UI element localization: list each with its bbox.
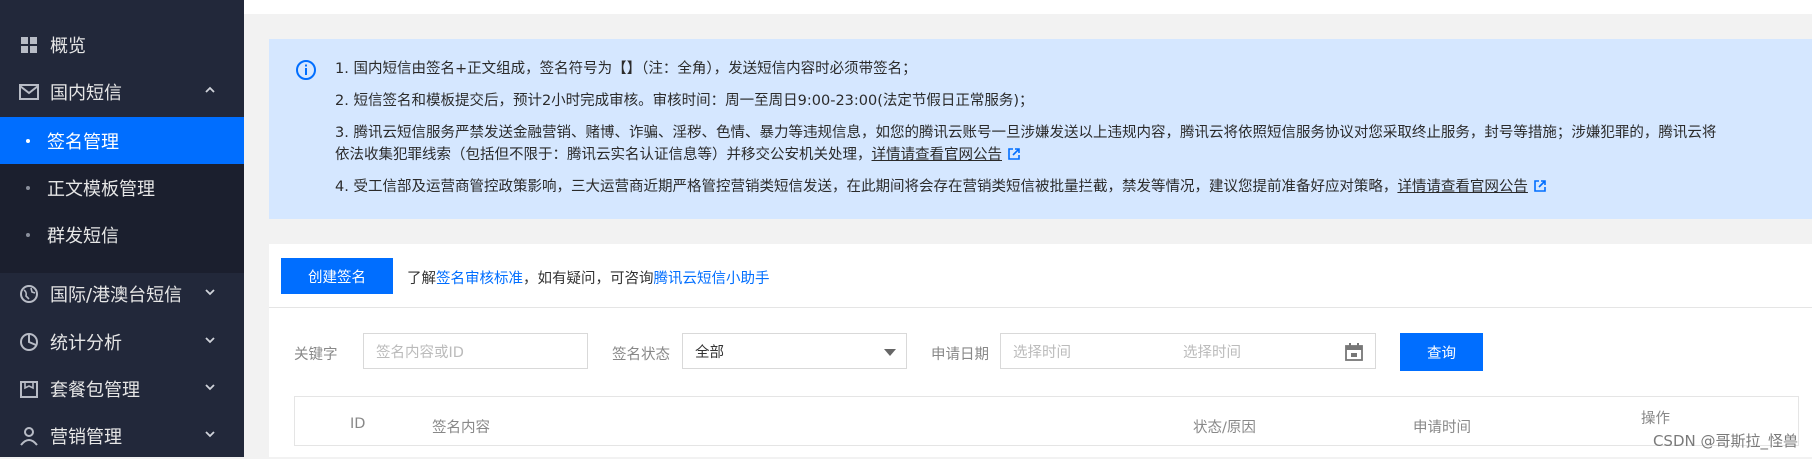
chevron-down-icon (205, 384, 215, 391)
notice-link[interactable]: 详情请查看官网公告 (1397, 179, 1528, 195)
column-header-actions: 操作 (1641, 411, 1670, 427)
sidebar-item-label: 套餐包管理 (50, 379, 140, 401)
sidebar-item-domestic-sms[interactable]: 国内短信 (0, 68, 244, 115)
column-header-id: ID (350, 416, 366, 432)
sidebar-subitem-bulk-sms[interactable]: 群发短信 (0, 211, 244, 258)
signature-panel: 创建签名 了解签名审核标准，如有疑问，可咨询腾讯云短信小助手 关键字 签名内容或… (269, 244, 1812, 457)
sidebar-item-label: 营销管理 (50, 426, 122, 448)
date-start-placeholder: 选择时间 (1013, 344, 1071, 361)
sidebar-item-package[interactable]: 套餐包管理 (0, 365, 244, 412)
globe-icon (18, 283, 40, 305)
sidebar-item-marketing[interactable]: 营销管理 (0, 412, 244, 459)
bullet-icon (26, 232, 30, 237)
chevron-down-icon (205, 337, 215, 344)
keyword-placeholder: 签名内容或ID (376, 344, 464, 361)
notice-line-1: 1. 国内短信由签名+正文组成，签名符号为【】（注：全角），发送短信内容时必须带… (335, 61, 917, 77)
date-end-placeholder: 选择时间 (1183, 344, 1241, 361)
external-link-icon[interactable] (1534, 180, 1546, 192)
status-value: 全部 (695, 344, 724, 361)
help-prefix: 了解 (407, 271, 436, 287)
sidebar-subitem-label: 群发短信 (47, 225, 119, 247)
sidebar-item-label: 统计分析 (50, 332, 122, 354)
status-label: 签名状态 (612, 347, 670, 363)
sidebar-item-label: 概览 (50, 35, 86, 57)
calendar-icon (1345, 343, 1363, 361)
watermark: CSDN @哥斯拉_怪兽 (1652, 432, 1798, 450)
sidebar-subitem-signature[interactable]: 签名管理 (0, 117, 244, 164)
query-button[interactable]: 查询 (1400, 333, 1483, 371)
chevron-up-icon (205, 86, 215, 93)
sidebar-subitem-template[interactable]: 正文模板管理 (0, 164, 244, 211)
notice-line-4: 4. 受工信部及运营商管控政策影响，三大运营商近期严格管控营销类短信发送，在此期… (335, 177, 1546, 197)
status-select[interactable]: 全部 (682, 333, 907, 369)
package-icon (18, 378, 40, 400)
create-signature-button[interactable]: 创建签名 (281, 258, 393, 294)
date-range-picker[interactable]: 选择时间 选择时间 (1000, 333, 1376, 369)
notice-banner: 1. 国内短信由签名+正文组成，签名符号为【】（注：全角），发送短信内容时必须带… (269, 39, 1812, 219)
top-bar (244, 0, 1812, 14)
help-middle: ，如有疑问，可咨询 (523, 271, 654, 287)
table-header: ID 签名内容 状态/原因 申请时间 操作 (294, 396, 1799, 446)
chevron-down-icon (205, 431, 215, 438)
notice-line-3b: 依法收集犯罪线索（包括但不限于：腾讯云实名认证信息等）并移交公安机关处理，详情请… (335, 145, 1020, 165)
notice-line-4-text: 4. 受工信部及运营商管控政策影响，三大运营商近期严格管控营销类短信发送，在此期… (335, 179, 1398, 195)
sidebar: 概览 国内短信 签名管理 正文模板管理 群发短信 国际/港澳台短信 统计分析 套… (0, 0, 244, 457)
column-header-status: 状态/原因 (1193, 420, 1256, 436)
caret-down-icon (884, 349, 896, 356)
assistant-link[interactable]: 腾讯云短信小助手 (654, 271, 770, 287)
notice-line-3: 3. 腾讯云短信服务严禁发送金融营销、赌博、诈骗、淫秽、色情、暴力等违规信息，如… (335, 125, 1717, 141)
divider (269, 307, 1812, 308)
sidebar-item-label: 国内短信 (50, 82, 122, 104)
column-header-date: 申请时间 (1413, 420, 1471, 436)
bullet-icon (26, 138, 30, 143)
keyword-label: 关键字 (294, 347, 338, 363)
review-standard-link[interactable]: 签名审核标准 (436, 271, 523, 287)
sidebar-subitem-label: 正文模板管理 (47, 178, 155, 200)
column-header-content: 签名内容 (432, 420, 490, 436)
date-label: 申请日期 (931, 347, 989, 363)
chevron-down-icon (205, 289, 215, 296)
sidebar-item-label: 国际/港澳台短信 (50, 284, 183, 306)
help-text: 了解签名审核标准，如有疑问，可咨询腾讯云短信小助手 (407, 267, 770, 288)
notice-link[interactable]: 详情请查看官网公告 (872, 147, 1003, 163)
external-link-icon[interactable] (1008, 148, 1020, 160)
sidebar-item-international-sms[interactable]: 国际/港澳台短信 (0, 270, 244, 317)
notice-line-2: 2. 短信签名和模板提交后，预计2小时完成审核。审核时间：周一至周日9:00-2… (335, 93, 1034, 109)
table-divider (294, 445, 1799, 446)
info-icon (296, 60, 316, 80)
keyword-input[interactable]: 签名内容或ID (363, 333, 588, 369)
pie-chart-icon (18, 331, 40, 353)
mail-icon (18, 81, 40, 103)
sidebar-item-statistics[interactable]: 统计分析 (0, 318, 244, 365)
grid-icon (18, 34, 40, 56)
sidebar-item-overview[interactable]: 概览 (0, 21, 244, 68)
user-icon (18, 425, 40, 447)
bullet-icon (26, 185, 30, 190)
sidebar-subitem-label: 签名管理 (47, 131, 119, 153)
notice-line-3b-text: 依法收集犯罪线索（包括但不限于：腾讯云实名认证信息等）并移交公安机关处理， (335, 147, 872, 163)
